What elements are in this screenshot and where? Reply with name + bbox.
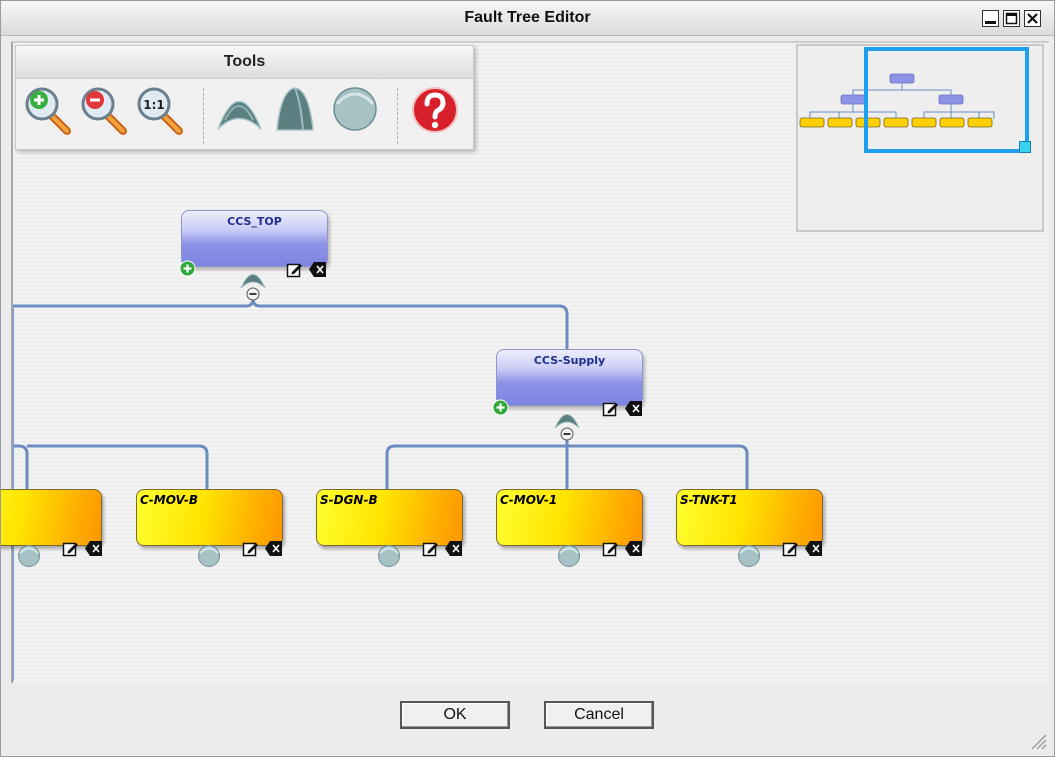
- basic-event-icon: [198, 545, 220, 567]
- event-label: S-DGN-B: [320, 493, 378, 507]
- delete-icon[interactable]: [445, 540, 463, 557]
- basic-event-button[interactable]: [329, 84, 381, 136]
- gate-label: CCS_TOP: [227, 215, 282, 228]
- delete-icon[interactable]: [625, 400, 643, 417]
- event-s-dgn-b[interactable]: S-DGN-B: [316, 489, 463, 546]
- edit-icon[interactable]: [602, 400, 619, 417]
- edit-icon[interactable]: [602, 540, 619, 557]
- or-gate-icon: [554, 414, 580, 441]
- event-label: S-TNK-T1: [680, 493, 738, 507]
- toolbar-separator: [397, 88, 398, 144]
- edit-icon[interactable]: [242, 540, 259, 557]
- and-gate-button[interactable]: [271, 84, 323, 136]
- basic-event-icon: [558, 545, 580, 567]
- connector-top-supply: [251, 298, 569, 349]
- zoom-in-icon: [25, 87, 71, 135]
- add-child-icon[interactable]: [179, 260, 196, 277]
- zoom-out-button[interactable]: [78, 84, 130, 136]
- edit-icon[interactable]: [286, 261, 303, 278]
- resize-grip-icon[interactable]: [1028, 731, 1048, 751]
- event-c-mov-b[interactable]: C-MOV-B: [136, 489, 283, 546]
- edit-icon[interactable]: [782, 540, 799, 557]
- event-label: C-MOV-1: [500, 493, 558, 507]
- event-label: C-MOV-B: [140, 493, 199, 507]
- edit-icon[interactable]: [62, 540, 79, 557]
- zoom-ratio-label: 1:1: [143, 98, 165, 112]
- cancel-button[interactable]: Cancel: [544, 701, 654, 729]
- zoom-actual-size-button[interactable]: 1:1: [134, 84, 186, 136]
- basic-event-icon: [333, 87, 377, 131]
- ok-button[interactable]: OK: [400, 701, 510, 729]
- zoom-actual-size-icon: 1:1: [137, 87, 183, 135]
- connector-supply-right: [567, 444, 749, 491]
- zoom-out-icon: [81, 87, 127, 135]
- connector-left-b: [27, 444, 209, 491]
- or-gate-icon: [217, 100, 262, 130]
- or-gate-button[interactable]: [215, 84, 267, 136]
- connector-left-a: [13, 444, 29, 491]
- gate-label: CCS-Supply: [533, 354, 606, 367]
- help-button[interactable]: [409, 84, 461, 136]
- and-gate-icon: [276, 87, 314, 131]
- event-c-mov-1[interactable]: C-MOV-1: [496, 489, 643, 546]
- connector-top-left: [13, 291, 255, 308]
- toolbar-separator: [203, 88, 204, 144]
- delete-icon[interactable]: [265, 540, 283, 557]
- gate-ccs-top[interactable]: CCS_TOP: [181, 210, 328, 267]
- delete-icon[interactable]: [85, 540, 103, 557]
- minimap-resize-handle[interactable]: [1019, 141, 1031, 153]
- help-icon: [412, 87, 458, 133]
- delete-icon[interactable]: [309, 261, 327, 278]
- minimap-viewport[interactable]: [864, 47, 1029, 153]
- zoom-in-button[interactable]: [22, 84, 74, 136]
- gate-ccs-supply[interactable]: CCS-Supply: [496, 349, 643, 406]
- tools-panel: Tools 1:1: [15, 45, 474, 150]
- event-s-tnk-t1[interactable]: S-TNK-T1: [676, 489, 823, 546]
- delete-icon[interactable]: [625, 540, 643, 557]
- connector-supply-left: [385, 444, 567, 491]
- basic-event-icon: [738, 545, 760, 567]
- add-child-icon[interactable]: [492, 399, 509, 416]
- or-gate-icon: [240, 274, 266, 301]
- edit-icon[interactable]: [422, 540, 439, 557]
- delete-icon[interactable]: [805, 540, 823, 557]
- basic-event-icon: [18, 545, 40, 567]
- event-partial[interactable]: [1, 489, 102, 546]
- tools-title[interactable]: Tools: [16, 46, 473, 79]
- fault-tree-editor-window: Fault Tree Editor CCS_TOP CCS-Supply C-M…: [0, 0, 1055, 757]
- overview-minimap[interactable]: [796, 44, 1044, 232]
- basic-event-icon: [378, 545, 400, 567]
